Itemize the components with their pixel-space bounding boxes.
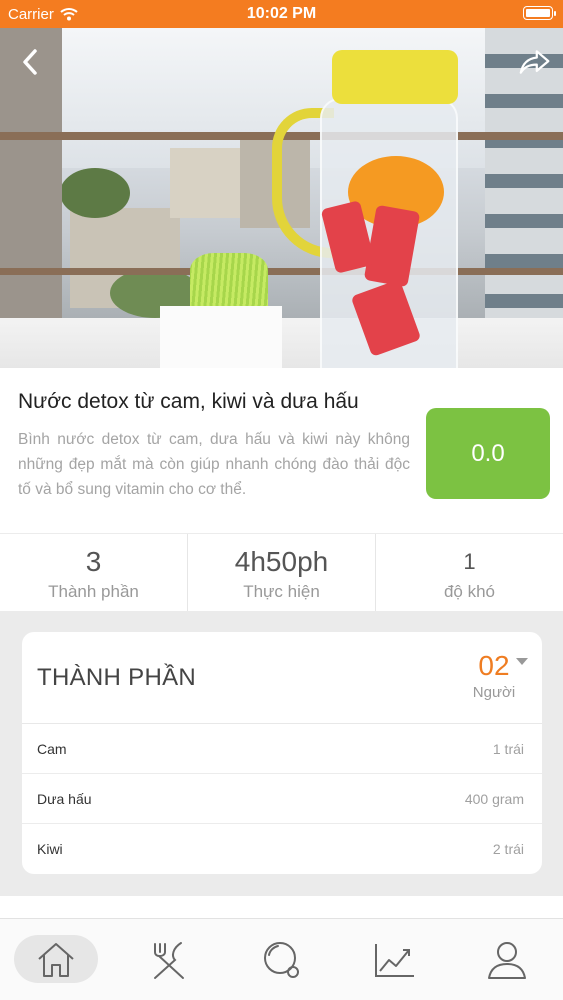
ingredient-quantity: 2 trái [492, 841, 524, 857]
stat-value: 1 [463, 549, 476, 574]
trending-chart-icon [375, 943, 415, 977]
nav-profile[interactable] [450, 919, 563, 1000]
servings-selector[interactable]: 02 Người [464, 650, 528, 701]
ingredient-name: Dưa hấu [37, 791, 92, 807]
stat-label: độ khó [443, 582, 496, 601]
ingredient-row: Cam 1 trái [22, 724, 542, 774]
nav-trending[interactable] [338, 919, 451, 1000]
nav-search[interactable] [225, 919, 338, 1000]
stat-duration: 4h50ph Thực hiện [188, 534, 376, 611]
ingredient-name: Kiwi [37, 841, 63, 857]
user-icon [487, 941, 526, 979]
rating-badge[interactable]: 0.0 [426, 408, 550, 499]
back-button[interactable] [14, 44, 46, 80]
status-bar: Carrier 10:02 PM [0, 0, 563, 28]
battery-icon [523, 6, 556, 20]
utensils-icon [153, 941, 184, 979]
ingredient-quantity: 1 trái [492, 741, 524, 757]
ingredients-title: THÀNH PHẦN [37, 664, 197, 691]
search-icon [264, 941, 300, 978]
stat-ingredients: 3 Thành phần [0, 534, 188, 611]
recipe-title: Nước detox từ cam, kiwi và dưa hấu [18, 390, 359, 413]
share-arrow-icon [519, 50, 550, 74]
ingredient-name: Cam [37, 741, 67, 757]
caret-down-icon [516, 658, 528, 665]
ingredients-card: THÀNH PHẦN 02 Người Cam 1 trái Dưa hấu 4… [22, 632, 542, 874]
servings-label: Người [472, 684, 516, 701]
ingredient-row: Kiwi 2 trái [22, 824, 542, 874]
stat-difficulty: 1 độ khó [376, 534, 563, 611]
bottom-nav [0, 918, 563, 1000]
nav-home[interactable] [0, 919, 113, 1000]
stat-value: 3 [85, 546, 102, 577]
ingredient-quantity: 400 gram [464, 791, 524, 807]
chevron-left-icon [23, 49, 37, 75]
stat-label: Thực hiện [243, 582, 320, 601]
recipe-info: Nước detox từ cam, kiwi và dưa hấu Bình … [0, 368, 563, 533]
nav-recipes[interactable] [113, 919, 226, 1000]
stat-label: Thành phần [48, 582, 139, 601]
recipe-description: Bình nước detox từ cam, dưa hấu và kiwi … [18, 431, 410, 498]
stat-value: 4h50ph [234, 546, 329, 577]
recipe-stats: 3 Thành phần 4h50ph Thực hiện 1 độ khó [0, 533, 563, 611]
ingredients-header: THÀNH PHẦN 02 Người [22, 632, 542, 724]
recipe-hero-image [0, 28, 563, 368]
status-time: 10:02 PM [246, 5, 317, 22]
share-button[interactable] [519, 44, 551, 80]
servings-count: 02 [478, 650, 510, 681]
ingredient-row: Dưa hấu 400 gram [22, 774, 542, 824]
home-icon [38, 942, 74, 977]
